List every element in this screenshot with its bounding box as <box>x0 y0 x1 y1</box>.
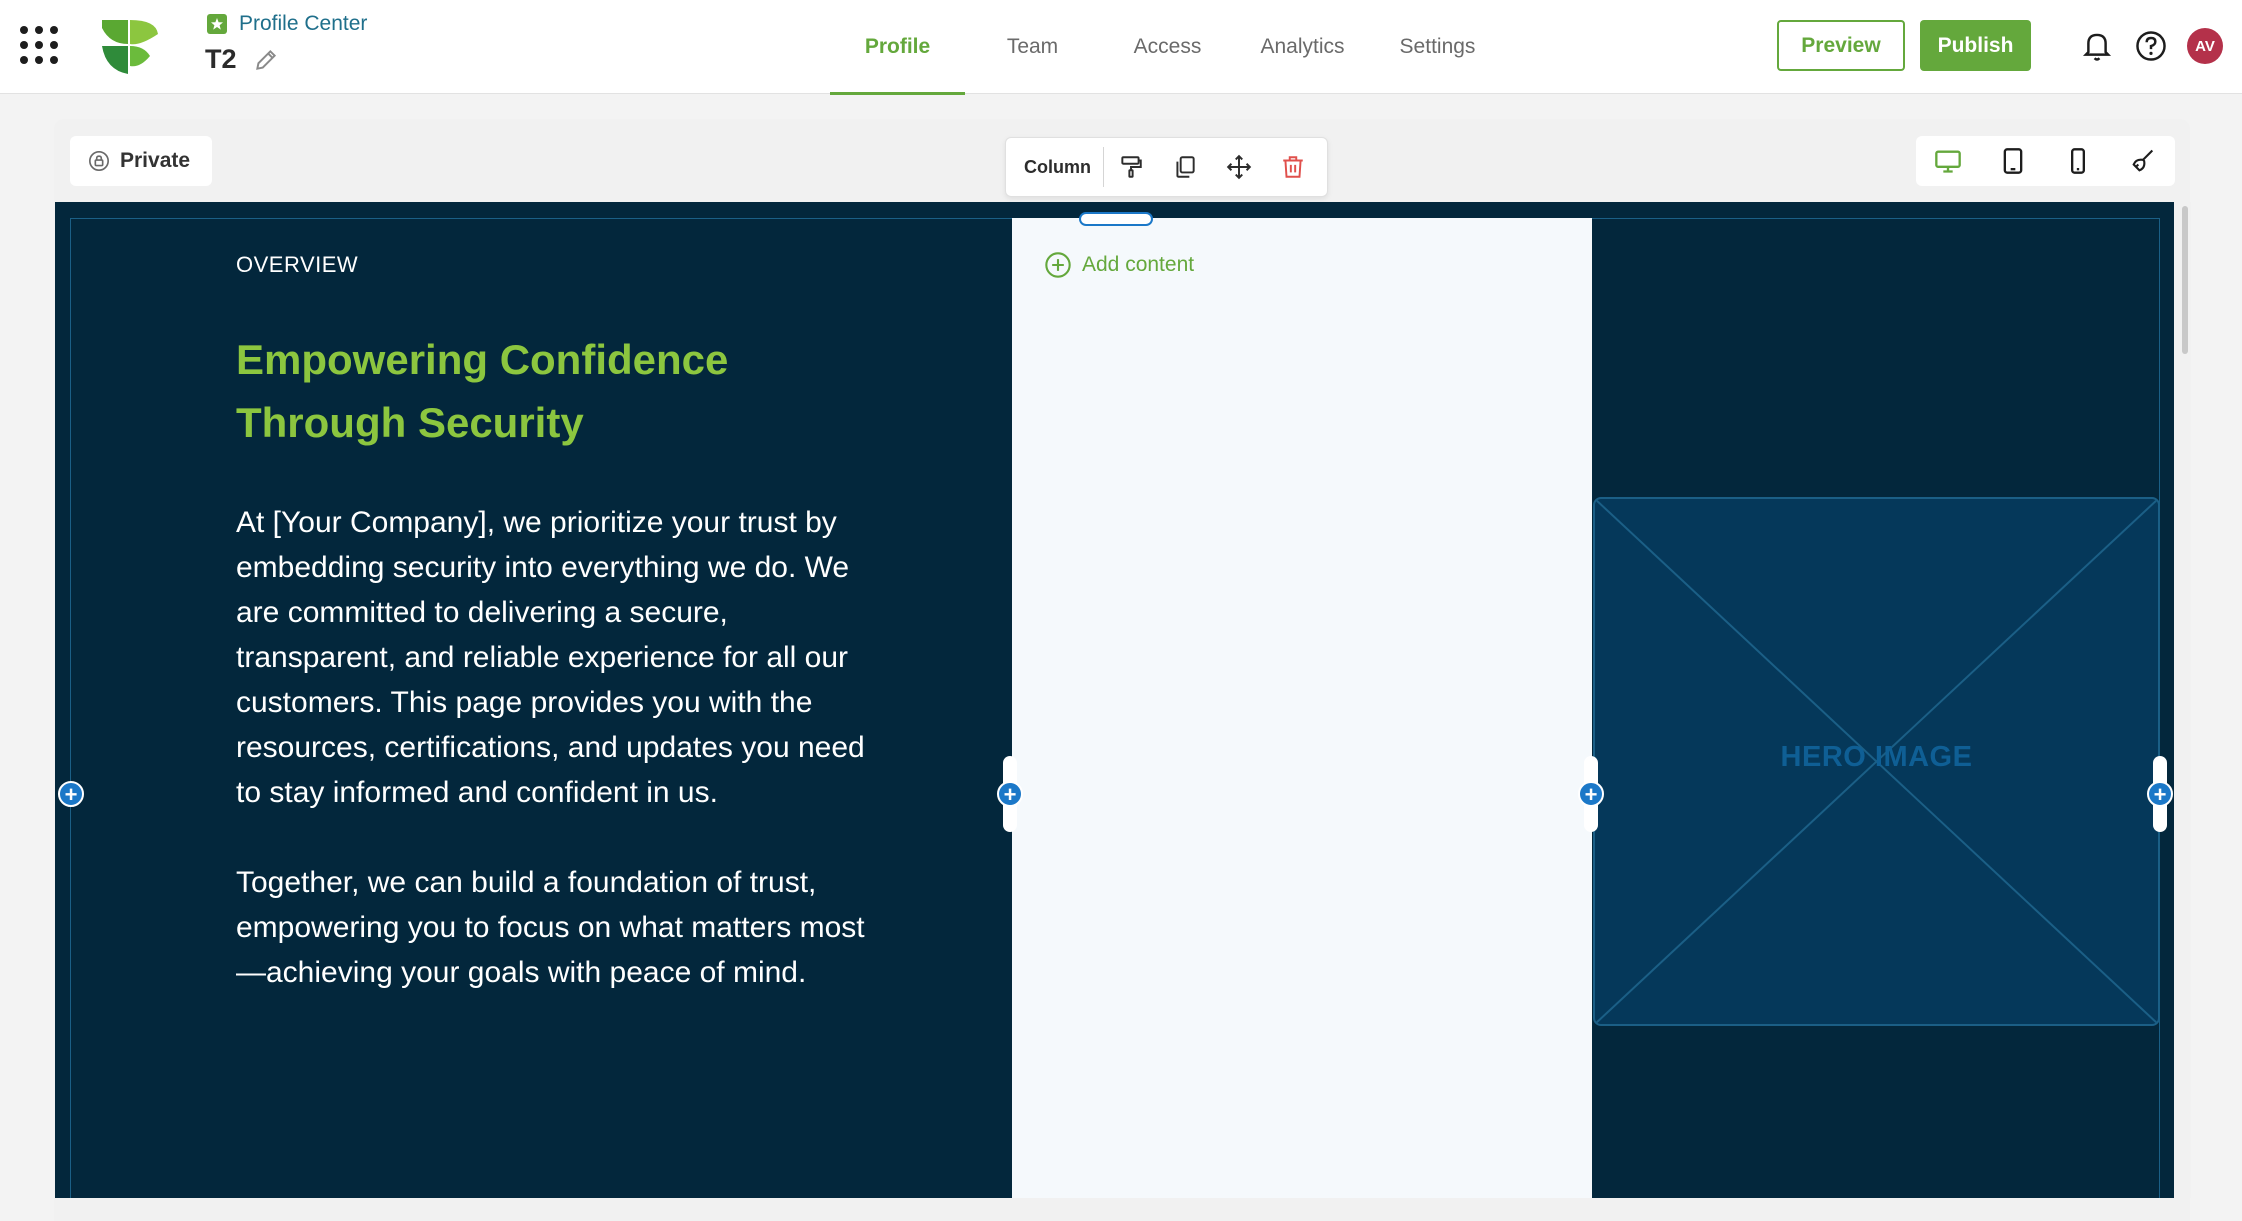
paint-roller-icon <box>1121 156 1142 178</box>
top-bar: Profile Center T2 Profile Team Access An… <box>0 0 2242 95</box>
column-duplicate-button[interactable] <box>1158 138 1212 196</box>
desktop-icon <box>1935 150 1962 173</box>
device-switcher <box>1916 136 2175 186</box>
add-column-left-button[interactable]: + <box>58 781 84 807</box>
visibility-label: Private <box>120 149 191 172</box>
hero-headline: Empowering Confidence Through Security <box>236 328 856 454</box>
add-content-button[interactable]: Add content <box>1044 251 1194 279</box>
hero-headline-line-2: Through Security <box>236 399 584 446</box>
publish-button[interactable]: Publish <box>1920 20 2031 71</box>
tab-team[interactable]: Team <box>965 0 1100 94</box>
column-delete-button[interactable] <box>1266 138 1320 196</box>
mobile-icon <box>2070 148 2085 174</box>
tablet-view-button[interactable] <box>1987 139 2039 183</box>
document-title-text: T2 <box>205 44 237 74</box>
tablet-icon <box>2003 148 2023 174</box>
edit-title-icon[interactable] <box>253 47 279 73</box>
add-column-between-1-button[interactable]: + <box>997 781 1023 807</box>
plus-circle-icon <box>1045 252 1071 278</box>
empty-column[interactable] <box>1012 218 1592 1198</box>
lock-circle-icon <box>89 151 109 171</box>
notifications-bell-icon[interactable] <box>2082 30 2112 62</box>
section-overline: OVERVIEW <box>236 252 359 277</box>
desktop-view-button[interactable] <box>1922 139 1974 183</box>
help-icon[interactable] <box>2135 30 2167 62</box>
add-column-right-button[interactable]: + <box>2147 781 2173 807</box>
add-column-between-2-button[interactable]: + <box>1578 781 1604 807</box>
profile-center-icon <box>207 14 227 34</box>
hero-body: At [Your Company], we prioritize your tr… <box>236 500 876 995</box>
hero-image-placeholder[interactable]: HERO IMAGE <box>1593 497 2160 1026</box>
brand-logo[interactable] <box>100 16 160 74</box>
move-icon <box>1226 154 1252 180</box>
hero-headline-line-1: Empowering Confidence <box>236 336 729 383</box>
preview-button[interactable]: Preview <box>1777 20 1905 71</box>
hero-image-label: HERO IMAGE <box>1780 741 1973 773</box>
trash-icon <box>1283 156 1303 178</box>
clean-view-button[interactable] <box>2117 139 2169 183</box>
tab-settings[interactable]: Settings <box>1370 0 1505 94</box>
tab-profile[interactable]: Profile <box>830 0 965 95</box>
hero-paragraph-1: At [Your Company], we prioritize your tr… <box>236 506 865 809</box>
column-toolbar-label: Column <box>1006 147 1104 187</box>
document-title: T2 <box>205 44 279 75</box>
hero-paragraph-2: Together, we can build a foundation of t… <box>236 866 865 989</box>
visibility-toggle[interactable]: Private <box>70 136 212 186</box>
add-content-label[interactable]: Add content <box>1082 253 1194 277</box>
column-move-button[interactable] <box>1212 138 1266 196</box>
app-launcher-icon[interactable] <box>20 26 58 64</box>
clean-icon <box>2132 149 2153 172</box>
column-top-handle[interactable] <box>1079 212 1153 226</box>
duplicate-icon <box>1176 156 1195 178</box>
column-toolbar: Column <box>1005 137 1328 197</box>
user-avatar[interactable]: AV <box>2187 28 2223 64</box>
tab-access[interactable]: Access <box>1100 0 1235 94</box>
canvas-scrollbar-thumb[interactable] <box>2182 206 2188 354</box>
column-style-button[interactable] <box>1104 138 1158 196</box>
tab-analytics[interactable]: Analytics <box>1235 0 1370 94</box>
mobile-view-button[interactable] <box>2052 139 2104 183</box>
breadcrumb-label[interactable]: Profile Center <box>239 12 367 36</box>
main-tabs: Profile Team Access Analytics Settings <box>830 0 1505 95</box>
breadcrumb[interactable]: Profile Center <box>205 12 367 36</box>
